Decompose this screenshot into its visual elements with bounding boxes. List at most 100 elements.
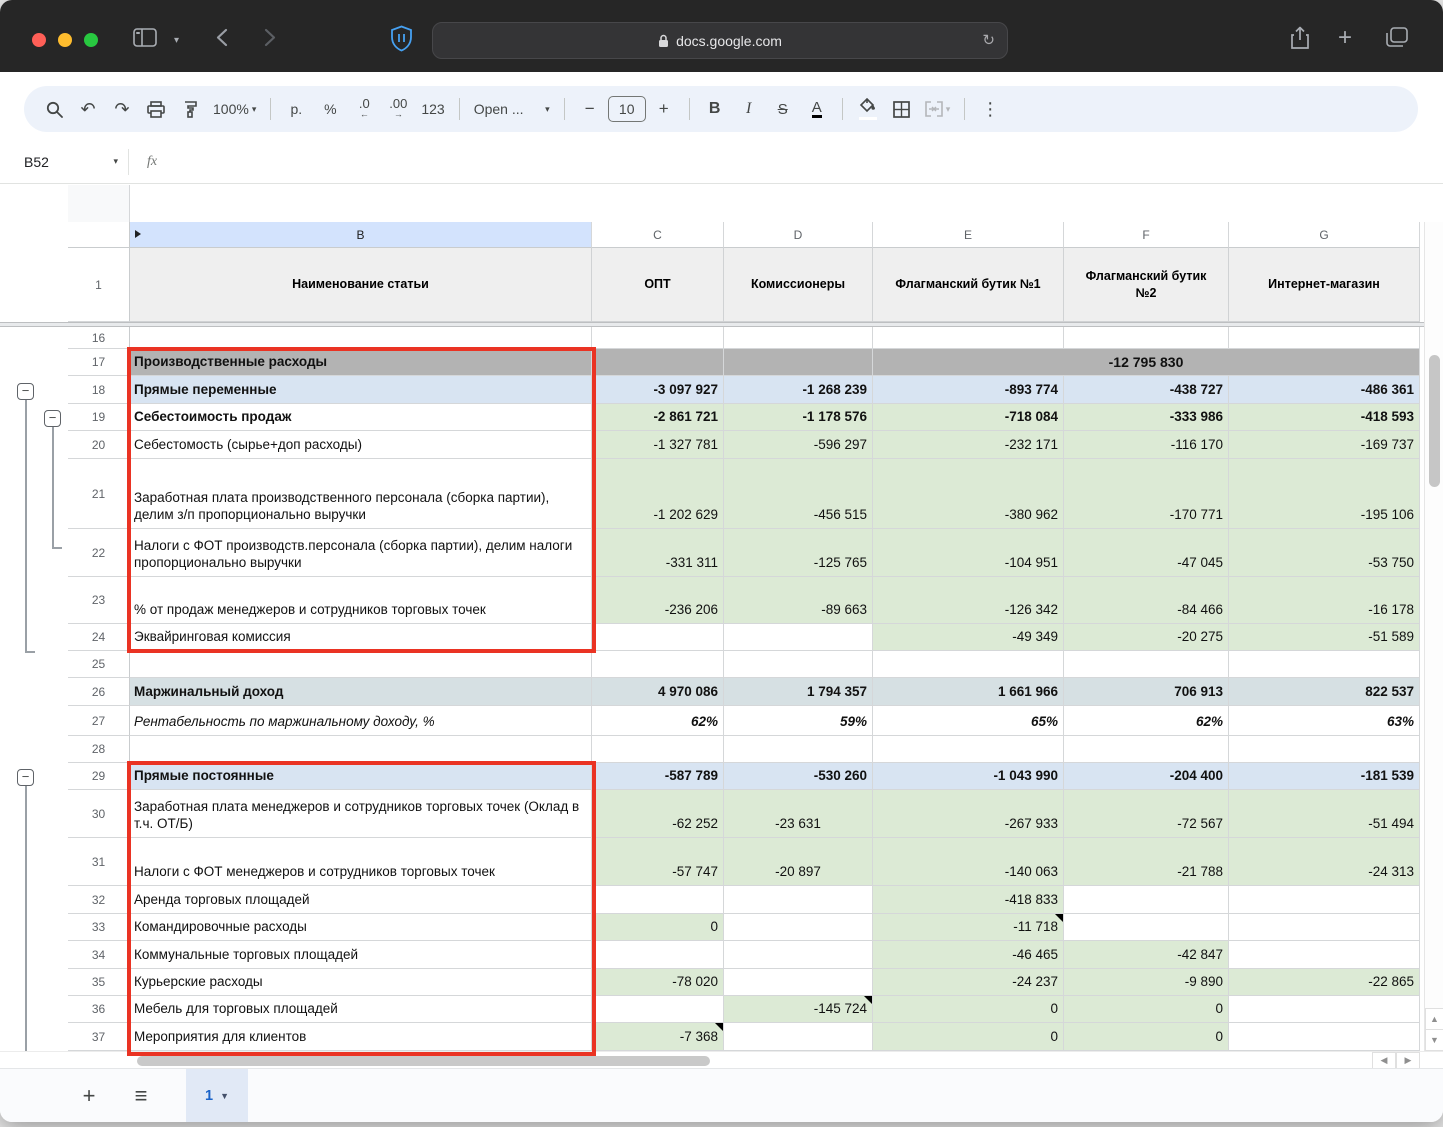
value-cell[interactable]: -1 268 239 [724,376,873,404]
row-label-cell[interactable]: Заработная плата производственного персо… [130,459,592,529]
value-cell[interactable] [724,651,873,678]
row-label-cell[interactable]: Налоги с ФОТ менеджеров и сотрудников то… [130,838,592,886]
value-cell[interactable]: -145 724 [724,996,873,1023]
value-cell[interactable]: -20 275 [1064,624,1229,651]
value-cell[interactable]: -57 747 [592,838,724,886]
row-label-cell[interactable]: Рентабельность по маржинальному доходу, … [130,706,592,736]
row-label-cell[interactable]: Прямые переменные [130,376,592,404]
row-header-22[interactable]: 22 [68,529,130,577]
fill-color-button[interactable] [852,93,884,125]
value-cell[interactable] [724,327,873,349]
value-cell[interactable]: -718 084 [873,404,1064,431]
row-header-18[interactable]: 18 [68,376,130,404]
row-header-19[interactable]: 19 [68,404,130,431]
value-cell[interactable]: -126 342 [873,577,1064,624]
new-tab-button[interactable]: + [1338,29,1352,47]
value-cell[interactable]: -125 765 [724,529,873,577]
value-cell[interactable]: 0 [873,996,1064,1023]
value-cell[interactable]: -170 771 [1064,459,1229,529]
value-cell[interactable]: 0 [1064,1023,1229,1051]
row-header-26[interactable]: 26 [68,678,130,706]
header-cell[interactable]: Комиссионеры [724,248,873,322]
value-cell[interactable] [724,1023,873,1051]
value-cell[interactable] [1229,327,1420,349]
row-header-17[interactable]: 17 [68,349,130,376]
value-cell[interactable]: -380 962 [873,459,1064,529]
value-cell[interactable] [724,736,873,763]
value-cell[interactable]: -104 951 [873,529,1064,577]
header-cell[interactable]: Флагманский бутик №1 [873,248,1064,322]
select-all-corner-cell[interactable] [68,222,130,248]
row-header-30[interactable]: 30 [68,790,130,838]
scroll-right-button[interactable]: ▶ [1396,1052,1420,1069]
value-cell[interactable]: -24 313 [1229,838,1420,886]
value-cell[interactable]: -438 727 [1064,376,1229,404]
share-button[interactable] [1290,26,1310,50]
all-sheets-button[interactable]: ≡ [124,1083,158,1109]
row-label-cell[interactable] [130,736,592,763]
value-cell[interactable] [1229,996,1420,1023]
row-label-cell[interactable]: Командировочные расходы [130,914,592,941]
value-cell[interactable]: -333 986 [1064,404,1229,431]
value-cell[interactable] [1064,651,1229,678]
row-header-25[interactable]: 25 [68,651,130,678]
strikethrough-button[interactable]: S [767,93,799,125]
value-cell[interactable]: -11 718 [873,914,1064,941]
value-cell[interactable]: -23 631 [724,790,873,838]
value-cell[interactable]: -16 178 [1229,577,1420,624]
row-label-cell[interactable]: Заработная плата менеджеров и сотруднико… [130,790,592,838]
bold-button[interactable]: B [699,93,731,125]
column-header-B[interactable]: B [130,222,592,248]
value-cell[interactable]: -84 466 [1064,577,1229,624]
value-cell[interactable]: 59% [724,706,873,736]
row-header-35[interactable]: 35 [68,969,130,996]
value-cell[interactable] [1064,914,1229,941]
value-cell[interactable]: 0 [1064,996,1229,1023]
window-close-button[interactable] [32,33,46,47]
value-cell[interactable] [1064,327,1229,349]
row-label-cell[interactable]: Мероприятия для клиентов [130,1023,592,1051]
print-button[interactable] [140,93,172,125]
horizontal-scrollbar[interactable]: ◀ ▶ [0,1051,1443,1068]
row-label-cell[interactable]: Себестоимость продаж [130,404,592,431]
value-cell[interactable]: -236 206 [592,577,724,624]
value-cell[interactable]: -51 589 [1229,624,1420,651]
row-header-36[interactable]: 36 [68,996,130,1023]
select-all-corner[interactable] [68,185,130,222]
row-header-31[interactable]: 31 [68,838,130,886]
merged-total-cell[interactable]: -12 795 830 [873,349,1420,376]
text-color-button[interactable]: A [801,93,833,125]
value-cell[interactable] [1229,886,1420,914]
value-cell[interactable]: -9 890 [1064,969,1229,996]
value-cell[interactable]: -232 171 [873,431,1064,459]
sidebar-chevron-icon[interactable]: ▾ [174,35,179,46]
collapse-group-button[interactable]: − [17,383,34,400]
row-label-cell[interactable] [130,651,592,678]
value-cell[interactable] [873,327,1064,349]
value-cell[interactable]: 0 [873,1023,1064,1051]
value-cell[interactable] [873,736,1064,763]
value-cell[interactable]: -42 847 [1064,941,1229,969]
value-cell[interactable]: -51 494 [1229,790,1420,838]
row-label-cell[interactable] [130,327,592,349]
row-label-cell[interactable]: Прямые постоянные [130,763,592,790]
value-cell[interactable]: -596 297 [724,431,873,459]
value-cell[interactable]: -2 861 721 [592,404,724,431]
add-sheet-button[interactable]: + [72,1083,106,1109]
collapse-group-button[interactable]: − [17,769,34,786]
value-cell[interactable] [724,349,873,376]
row-label-cell[interactable]: Курьерские расходы [130,969,592,996]
value-cell[interactable]: -62 252 [592,790,724,838]
value-cell[interactable]: 65% [873,706,1064,736]
scroll-up-button[interactable]: ▲ [1425,1008,1443,1030]
row-header-23[interactable]: 23 [68,577,130,624]
header-cell[interactable]: Флагманский бутик №2 [1064,248,1229,322]
value-cell[interactable]: -1 327 781 [592,431,724,459]
header-cell[interactable]: ОПТ [592,248,724,322]
increase-decimal-button[interactable]: .00→ [382,93,414,125]
value-cell[interactable]: -1 043 990 [873,763,1064,790]
row-header-33[interactable]: 33 [68,914,130,941]
value-cell[interactable] [592,349,724,376]
value-cell[interactable]: -331 311 [592,529,724,577]
back-button[interactable] [216,28,228,47]
